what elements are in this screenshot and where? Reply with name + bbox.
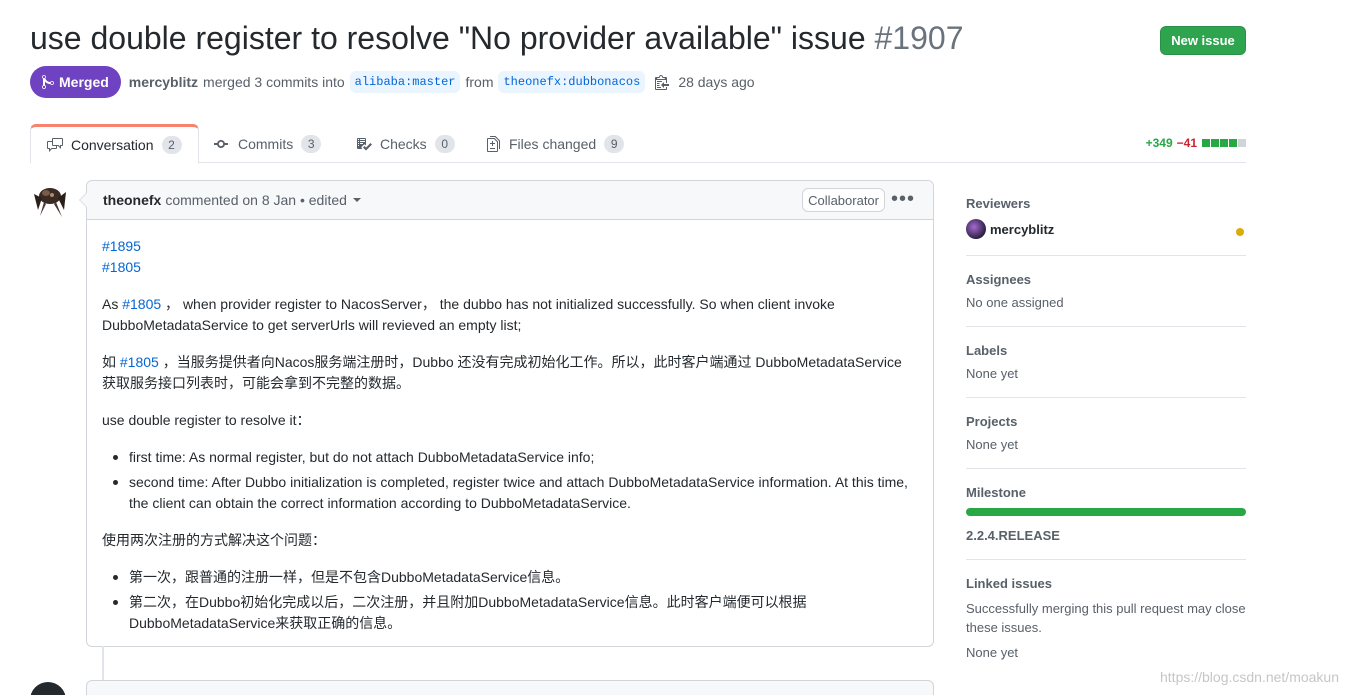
diffstat-block-added [1220,139,1228,147]
paragraph-text: ，当服务提供者向Nacos服务端注册时，Dubbo 还没有完成初始化工作。所以，… [102,354,902,391]
pr-title-text: use double register to resolve "No provi… [30,20,866,56]
sidebar-linked-issues: Linked issues Successfully merging this … [966,560,1246,676]
issue-refs: #1895 #1805 [102,236,918,278]
list-item: 第一次，跟普通的注册一样，但是不包含DubboMetadataService信息… [113,567,918,588]
comment-header: theonefx commented on 8 Jan • edited Col… [87,181,933,220]
diffstat-block-added [1229,139,1237,147]
sidebar-assignees: Assignees No one assigned [966,256,1246,327]
issue-ref-link[interactable]: #1895 [102,238,141,254]
tab-conversation-count: 2 [161,136,182,154]
tab-conversation-label: Conversation [71,137,154,153]
git-commit-icon [214,136,230,152]
list-item: second time: After Dubbo initialization … [113,472,918,514]
watermark: https://blog.csdn.net/moakun [1160,669,1339,685]
clipboard-icon[interactable] [655,74,670,90]
tab-checks-count: 0 [434,134,455,153]
pending-review-dot-icon [1236,228,1244,236]
comment-author-link[interactable]: theonefx [103,192,161,208]
list-zh: 第一次，跟普通的注册一样，但是不包含DubboMetadataService信息… [102,567,918,634]
sidebar-value: None yet [966,366,1019,381]
issue-ref-link[interactable]: #1805 [120,354,159,370]
sidebar-heading[interactable]: Milestone [966,485,1246,500]
list-item: first time: As normal register, but do n… [113,447,918,468]
tab-files-changed[interactable]: Files changed 9 [487,124,625,163]
sidebar-heading[interactable]: Assignees [966,272,1246,287]
merge-time: 28 days ago [678,74,755,90]
tab-checks[interactable]: Checks 0 [356,124,455,163]
paragraph-resolve-zh: 使用两次注册的方式解决这个问题： [102,532,326,548]
pr-meta: Merged mercyblitz merged 3 commits into … [30,66,756,98]
tab-files-changed-label: Files changed [509,135,597,152]
tab-checks-label: Checks [380,135,427,152]
sidebar-heading[interactable]: Linked issues [966,576,1246,591]
reviewer[interactable]: mercyblitz [966,219,1246,239]
milestone-name[interactable]: 2.2.4.RELEASE [966,528,1246,543]
git-merge-icon [42,74,54,90]
next-comment-box [86,680,934,695]
pr-tabs: Conversation 2 Commits 3 Checks 0 Files … [30,124,1246,164]
comment-meta[interactable]: commented on 8 Jan • edited [165,192,347,208]
sidebar-heading[interactable]: Reviewers [966,196,1246,211]
from-text: from [465,74,494,90]
diffstat: +349 −41 [1146,136,1246,150]
base-branch[interactable]: alibaba:master [349,71,461,93]
sidebar-milestone: Milestone 2.2.4.RELEASE [966,469,1246,560]
sidebar-reviewers: Reviewers mercyblitz [966,180,1246,256]
tab-commits-label: Commits [238,135,294,152]
diffstat-block-added [1211,139,1219,147]
sidebar: Reviewers mercyblitz Assignees No one as… [966,180,1246,676]
merged-status-label: Merged [59,74,109,90]
issue-ref-link[interactable]: #1805 [102,259,141,275]
tab-conversation[interactable]: Conversation 2 [30,124,199,164]
paragraph-zh: 如 #1805 ，当服务提供者向Nacos服务端注册时，Dubbo 还没有完成初… [102,352,918,394]
comment-discussion-icon [47,137,63,153]
tab-files-changed-count: 9 [604,134,625,153]
issue-ref-link[interactable]: #1805 [122,296,161,312]
avatar [966,219,986,239]
diffstat-additions: +349 [1145,136,1173,150]
paragraph-text: 如 [102,354,120,370]
sidebar-value: None yet [966,645,1019,660]
comment-box: theonefx commented on 8 Jan • edited Col… [79,180,934,647]
merge-action-text: merged 3 commits into [203,74,345,90]
sidebar-value: None yet [966,437,1019,452]
paragraph-resolve: use double register to resolve it： [102,412,311,428]
list-en: first time: As normal register, but do n… [102,447,918,514]
list-item: 第二次，在Dubbo初始化完成以后，二次注册，并且附加DubboMetadata… [113,592,918,634]
tab-commits[interactable]: Commits 3 [214,124,322,163]
file-diff-icon [487,135,501,152]
new-issue-button[interactable]: New issue [1160,26,1246,55]
checklist-icon [356,136,372,152]
more-options-icon[interactable]: ••• [891,189,915,209]
paragraph-text: ， when provider register to NacosServer，… [102,296,835,333]
pr-number: #1907 [874,20,964,56]
sidebar-projects: Projects None yet [966,398,1246,469]
diffstat-block-added [1202,139,1210,147]
avatar[interactable] [30,682,66,695]
comment-body: #1895 #1805 As #1805 ， when provider reg… [87,220,933,654]
diffstat-block-neutral [1238,139,1246,147]
tab-commits-count: 3 [301,134,322,153]
sidebar-labels: Labels None yet [966,327,1246,398]
sidebar-heading[interactable]: Labels [966,343,1246,358]
sidebar-value: No one assigned [966,295,1064,310]
merged-status-badge: Merged [30,66,121,98]
paragraph-en: As #1805 ， when provider register to Nac… [102,294,918,336]
edit-history-caret-icon[interactable] [352,198,361,202]
collaborator-badge: Collaborator [802,188,885,212]
milestone-progress-bar [966,508,1246,516]
avatar[interactable] [30,180,70,220]
head-branch[interactable]: theonefx:dubbonacos [498,71,646,93]
merge-author-link[interactable]: mercyblitz [129,74,198,90]
diffstat-deletions: −41 [1176,136,1197,150]
pr-title: use double register to resolve "No provi… [30,20,963,57]
paragraph-text: As [102,296,123,312]
reviewer-name: mercyblitz [990,221,1055,237]
sidebar-heading[interactable]: Projects [966,414,1246,429]
sidebar-note: Successfully merging this pull request m… [966,601,1246,635]
